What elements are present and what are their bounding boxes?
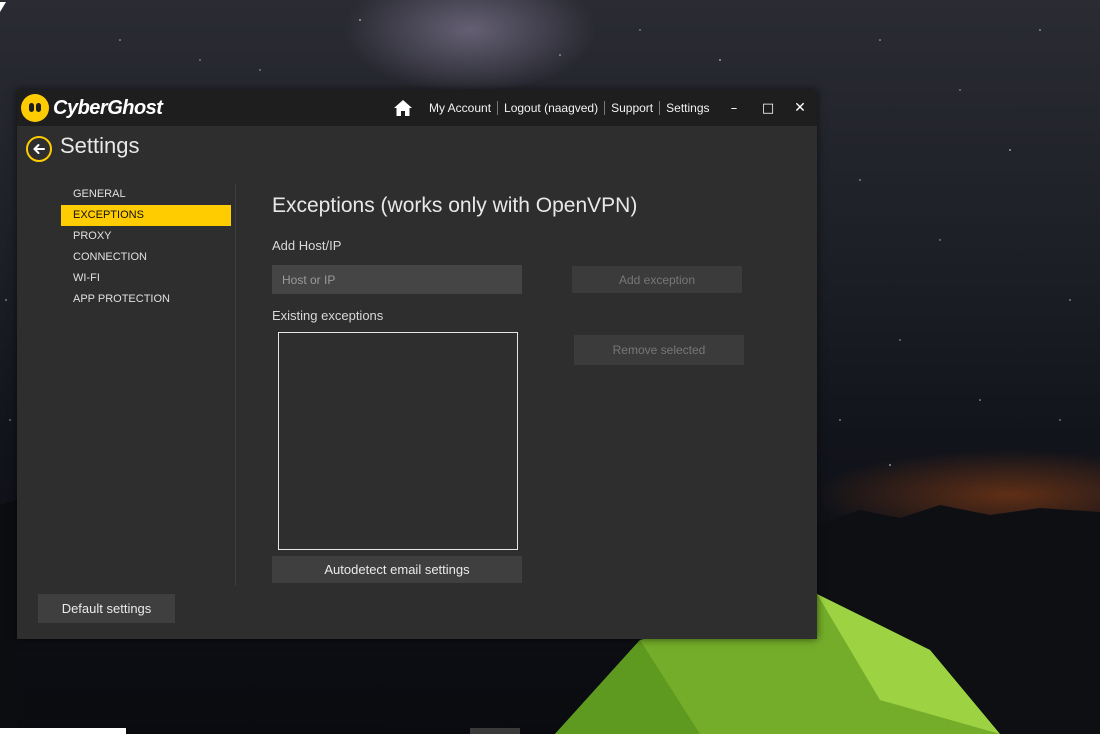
app-logo: CyberGhost [21, 94, 163, 122]
cyberghost-window: CyberGhost My Account Logout (naagved) S… [17, 90, 817, 639]
sidebar-item-wifi[interactable]: WI-FI [61, 268, 231, 289]
exceptions-list[interactable] [278, 332, 518, 550]
logout-link[interactable]: Logout (naagved) [498, 101, 604, 115]
page-title: Settings [60, 133, 140, 158]
taskbar-segment [470, 728, 520, 734]
back-arrow-icon [33, 144, 45, 154]
taskbar-segment [0, 728, 126, 734]
host-input[interactable] [272, 265, 522, 294]
title-bar: CyberGhost My Account Logout (naagved) S… [17, 90, 817, 126]
section-title: Exceptions (works only with OpenVPN) [272, 194, 638, 217]
back-button[interactable] [26, 136, 52, 162]
existing-exceptions-label: Existing exceptions [272, 308, 384, 323]
top-nav: My Account Logout (naagved) Support Sett… [393, 90, 716, 126]
settings-link[interactable]: Settings [660, 101, 715, 115]
maximize-button[interactable]: □ [753, 90, 783, 126]
sidebar-item-connection[interactable]: CONNECTION [61, 247, 231, 268]
app-name: CyberGhost [53, 96, 163, 119]
settings-sidebar: GENERAL EXCEPTIONS PROXY CONNECTION WI-F… [61, 184, 231, 310]
cyberghost-logo-icon [21, 94, 49, 122]
sidebar-item-app-protection[interactable]: APP PROTECTION [61, 289, 231, 310]
mouse-cursor-icon [0, 2, 6, 12]
remove-selected-button[interactable]: Remove selected [574, 335, 744, 365]
sidebar-item-exceptions[interactable]: EXCEPTIONS [61, 205, 231, 226]
add-host-label: Add Host/IP [272, 238, 342, 253]
default-settings-button[interactable]: Default settings [38, 594, 175, 623]
minimize-button[interactable]: – [719, 90, 749, 126]
add-exception-button[interactable]: Add exception [572, 266, 742, 293]
close-button[interactable]: ✕ [785, 90, 815, 126]
autodetect-email-button[interactable]: Autodetect email settings [272, 556, 522, 583]
sidebar-divider [235, 184, 236, 586]
sidebar-item-proxy[interactable]: PROXY [61, 226, 231, 247]
sidebar-item-general[interactable]: GENERAL [61, 184, 231, 205]
home-icon[interactable] [393, 99, 413, 117]
support-link[interactable]: Support [605, 101, 659, 115]
my-account-link[interactable]: My Account [423, 101, 497, 115]
